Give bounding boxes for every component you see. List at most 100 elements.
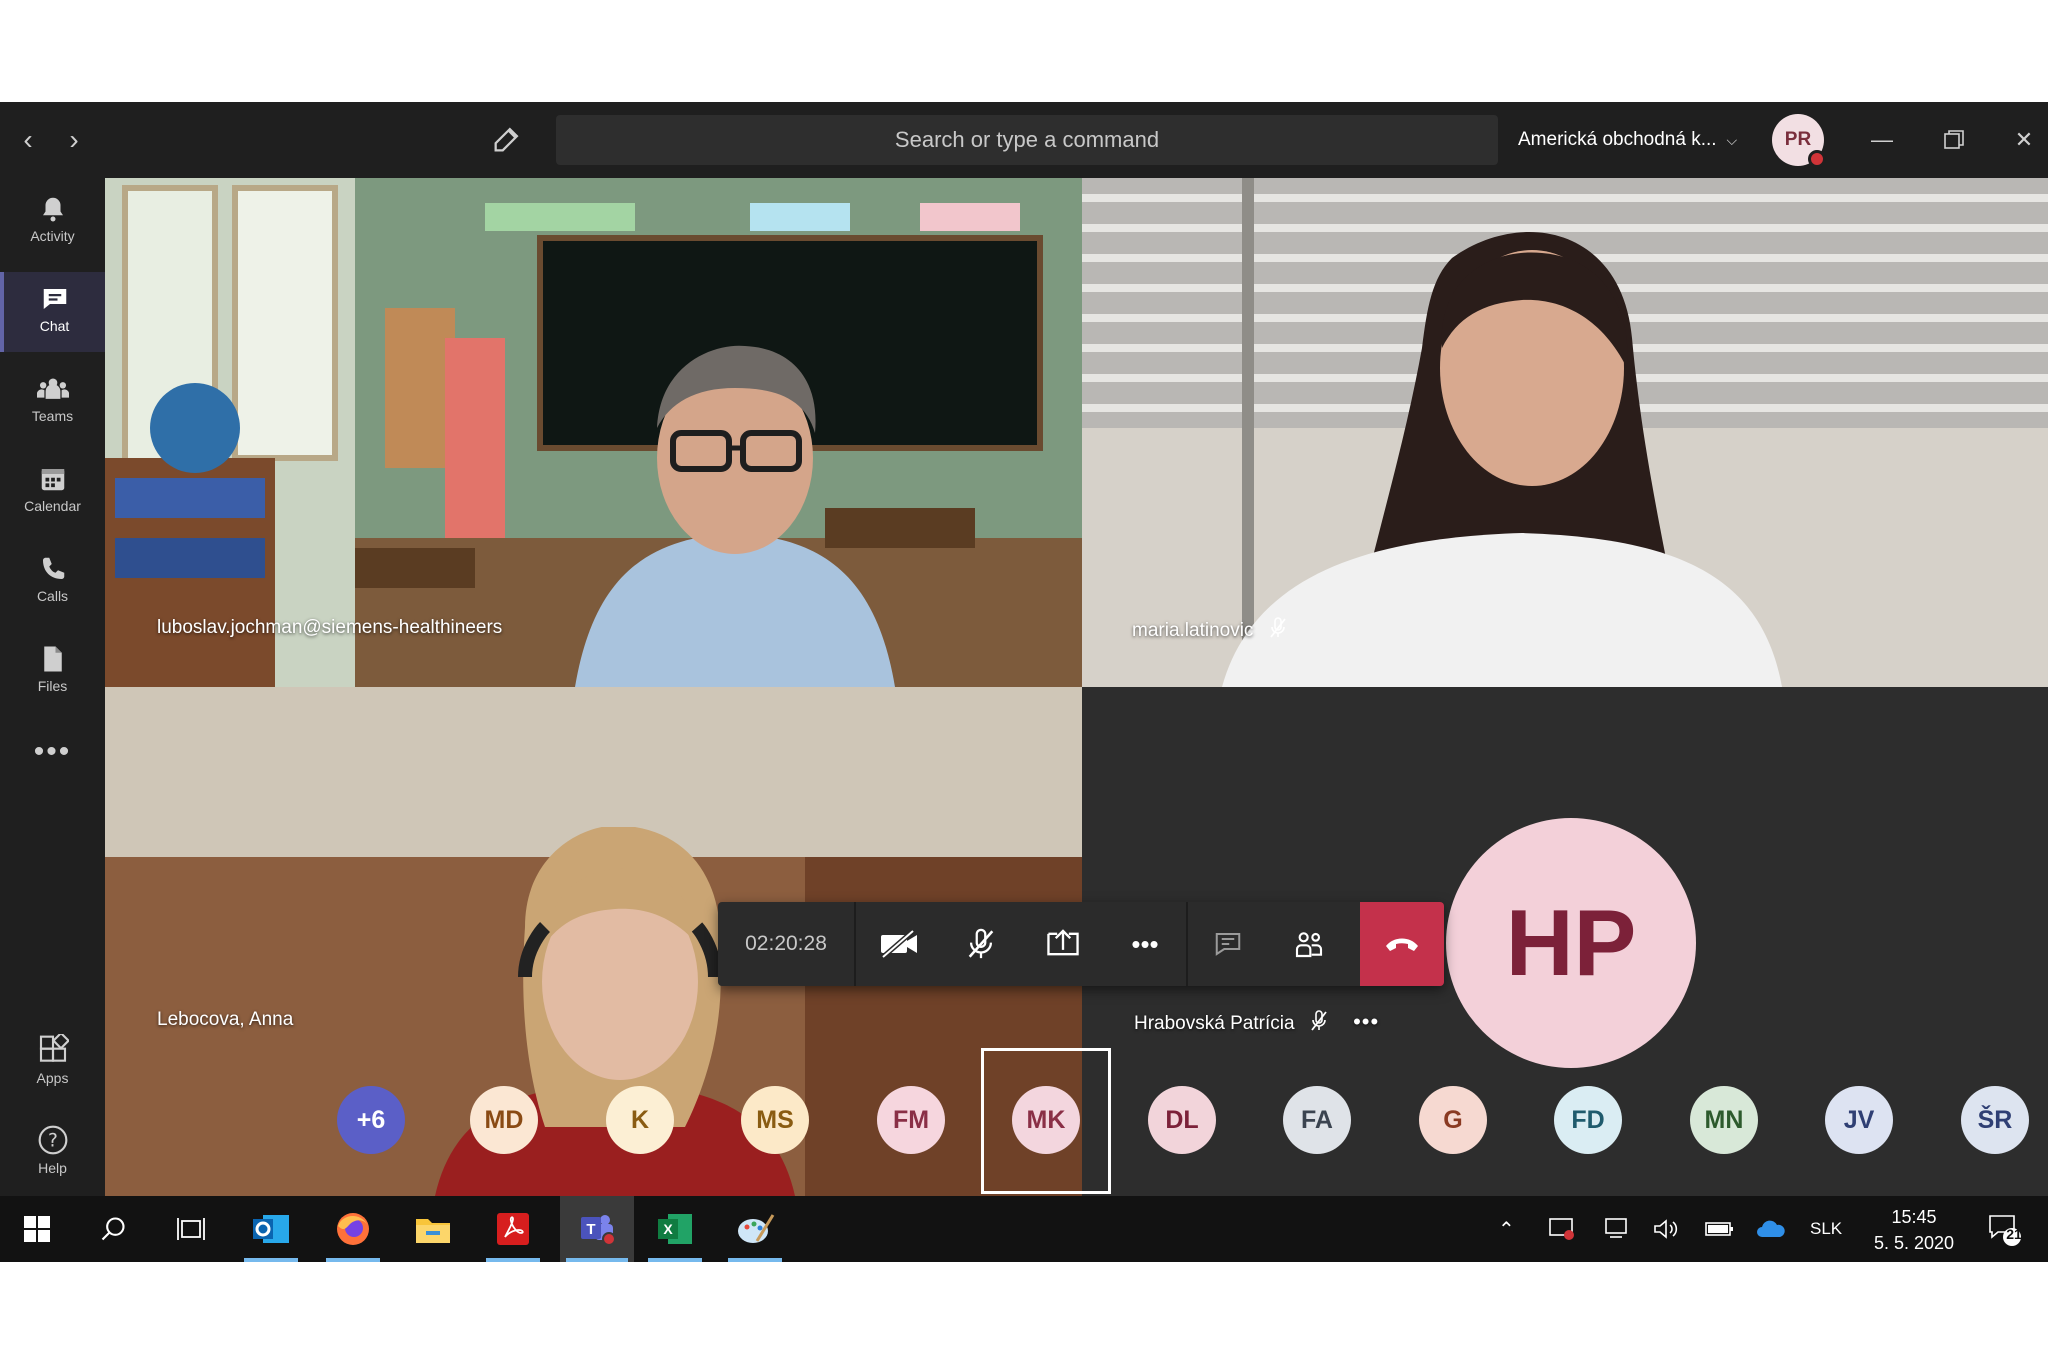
rail-item-calls[interactable]: Calls xyxy=(0,542,105,622)
overflow-participants-button[interactable]: +6 xyxy=(337,1086,405,1154)
taskbar-excel[interactable]: X xyxy=(642,1196,708,1262)
org-switcher[interactable]: Americká obchodná k... ⌵ xyxy=(1518,124,1737,156)
participant-chip[interactable]: JV xyxy=(1825,1086,1893,1154)
taskbar-acrobat[interactable] xyxy=(480,1196,546,1262)
show-hidden-icons-button[interactable]: ⌃ xyxy=(1498,1196,1515,1262)
rail-item-more[interactable]: ••• xyxy=(0,722,105,782)
user-avatar[interactable]: PR xyxy=(1772,114,1826,168)
tray-monitor-alert-icon xyxy=(1549,1218,1574,1240)
running-indicator xyxy=(244,1258,298,1262)
chat-icon xyxy=(1215,933,1241,956)
show-participants-button[interactable] xyxy=(1268,902,1350,986)
teams-app-icon: T xyxy=(581,1215,616,1246)
rail-label: Teams xyxy=(31,408,74,424)
back-arrow-icon[interactable]: ‹ xyxy=(10,122,46,158)
hang-up-button[interactable] xyxy=(1360,902,1444,986)
call-controls: 02:20:28 ••• xyxy=(718,902,1444,986)
network-icon xyxy=(1605,1218,1627,1238)
participant-name: luboslav.jochman@siemens-healthineers xyxy=(157,617,503,638)
taskbar-search-button[interactable] xyxy=(80,1196,146,1262)
teams-icon xyxy=(36,378,69,399)
restore-icon[interactable] xyxy=(1930,116,1978,164)
tray-language[interactable]: SLK xyxy=(1810,1196,1842,1262)
app-rail: Activity Chat Teams Calendar Calls Files… xyxy=(0,178,105,1184)
tray-onedrive[interactable] xyxy=(1756,1196,1786,1262)
org-name: Americká obchodná k... xyxy=(1518,129,1717,150)
svg-text:X: X xyxy=(663,1221,673,1237)
more-actions-button[interactable]: ••• xyxy=(1104,902,1186,986)
rail-label: Activity xyxy=(30,228,75,244)
taskbar-firefox[interactable] xyxy=(320,1196,386,1262)
close-icon[interactable]: ✕ xyxy=(2000,116,2048,164)
rail-item-files[interactable]: Files xyxy=(0,632,105,712)
taskbar-file-explorer[interactable] xyxy=(400,1196,466,1262)
minimize-icon[interactable]: — xyxy=(1858,116,1906,164)
hang-up-icon xyxy=(1386,938,1418,951)
action-center-button[interactable]: 21 xyxy=(1986,1196,2022,1262)
camera-toggle-button[interactable] xyxy=(858,902,940,986)
participant-chip[interactable]: MD xyxy=(470,1086,538,1154)
participant-chip[interactable]: K xyxy=(606,1086,674,1154)
running-indicator xyxy=(326,1258,380,1262)
participant-name: Hrabovská Patrícia xyxy=(1134,1013,1295,1034)
rail-item-help[interactable]: ? Help xyxy=(0,1112,105,1192)
teams-window: ‹ › Search or type a command Americká ob… xyxy=(0,102,2048,1262)
onedrive-cloud-icon xyxy=(1757,1220,1785,1237)
more-options-icon[interactable]: ••• xyxy=(1353,1009,1379,1034)
rail-item-calendar[interactable]: Calendar xyxy=(0,452,105,532)
tray-volume[interactable] xyxy=(1652,1196,1680,1262)
participant-avatar-hp: HP xyxy=(1446,818,1696,1068)
chat-icon xyxy=(43,289,66,309)
phone-icon xyxy=(42,557,64,579)
taskbar-paint[interactable] xyxy=(722,1196,788,1262)
participant-name-row: maria.latinovic xyxy=(1132,617,1287,645)
participant-name-row: Hrabovská Patrícia ••• xyxy=(1134,1009,1379,1038)
mic-toggle-button[interactable] xyxy=(940,902,1022,986)
paint-icon xyxy=(738,1214,775,1243)
running-indicator xyxy=(728,1258,782,1262)
participant-chip[interactable]: ŠR xyxy=(1961,1086,2029,1154)
participant-chip[interactable]: FM xyxy=(877,1086,945,1154)
taskbar-outlook[interactable] xyxy=(238,1196,304,1262)
tray-app-icon[interactable] xyxy=(1548,1196,1576,1262)
volume-icon xyxy=(1654,1219,1678,1239)
user-initials: PR xyxy=(1784,129,1812,150)
rail-label: Calendar xyxy=(24,498,81,514)
more-icon: ••• xyxy=(33,735,72,768)
camera-off-icon xyxy=(881,929,917,959)
running-indicator xyxy=(486,1258,540,1262)
windows-start-button[interactable] xyxy=(4,1196,70,1262)
rail-item-teams[interactable]: Teams xyxy=(0,362,105,442)
participant-chip[interactable]: MN xyxy=(1690,1086,1758,1154)
acrobat-icon xyxy=(497,1213,529,1245)
taskbar-clock[interactable]: 15:45 5. 5. 2020 xyxy=(1860,1204,1968,1256)
call-timer: 02:20:28 xyxy=(718,902,856,986)
file-icon xyxy=(43,646,62,672)
task-view-button[interactable] xyxy=(158,1196,224,1262)
forward-arrow-icon[interactable]: › xyxy=(56,122,92,158)
taskbar-teams[interactable]: T xyxy=(560,1196,634,1262)
participant-chip[interactable]: MK xyxy=(1012,1086,1080,1154)
tray-battery[interactable] xyxy=(1704,1196,1734,1262)
help-icon: ? xyxy=(38,1125,67,1155)
folder-icon xyxy=(416,1219,450,1243)
share-screen-icon xyxy=(1047,929,1079,956)
compose-icon[interactable] xyxy=(490,122,530,158)
participant-chip[interactable]: G xyxy=(1419,1086,1487,1154)
rail-item-chat[interactable]: Chat xyxy=(0,272,105,352)
video-tile-luboslav[interactable]: luboslav.jochman@siemens-healthineers xyxy=(105,178,1082,687)
show-conversation-button[interactable] xyxy=(1186,902,1268,986)
tray-network[interactable] xyxy=(1602,1196,1630,1262)
rail-item-apps[interactable]: Apps xyxy=(0,1022,105,1102)
search-input[interactable]: Search or type a command xyxy=(556,115,1498,165)
participant-chip[interactable]: DL xyxy=(1148,1086,1216,1154)
task-view-icon xyxy=(177,1218,205,1240)
participant-chip[interactable]: MS xyxy=(741,1086,809,1154)
participant-chip[interactable]: FD xyxy=(1554,1086,1622,1154)
running-indicator xyxy=(566,1258,628,1262)
rail-item-activity[interactable]: Activity xyxy=(0,182,105,262)
participant-chip[interactable]: FA xyxy=(1283,1086,1351,1154)
video-tile-maria[interactable]: maria.latinovic xyxy=(1082,178,2048,687)
share-button[interactable] xyxy=(1022,902,1104,986)
calendar-icon xyxy=(41,469,64,491)
